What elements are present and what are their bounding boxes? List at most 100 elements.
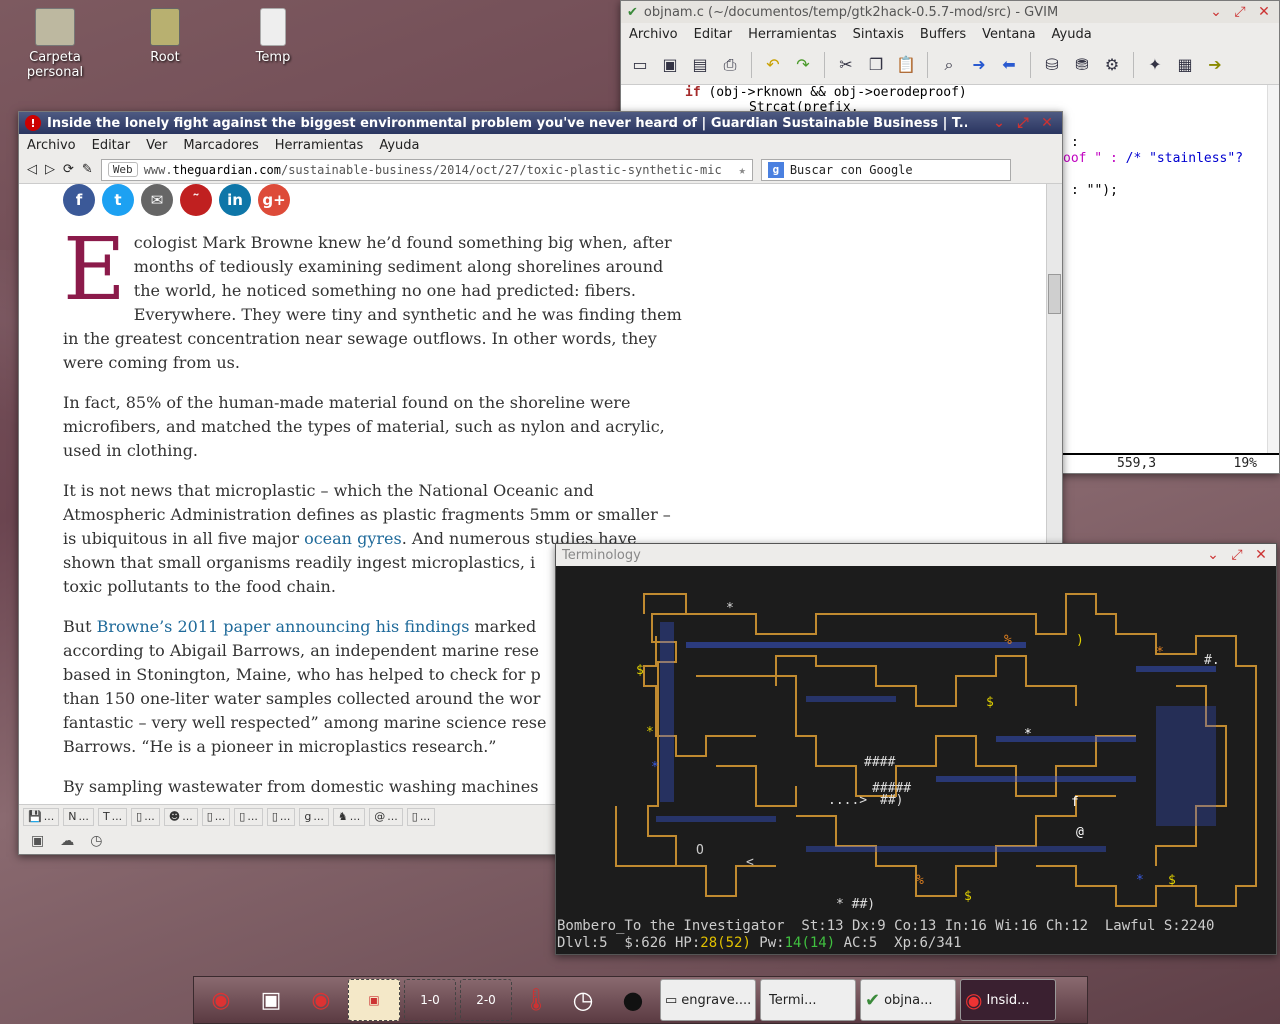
pager-desktop-2[interactable]: 1-0 (404, 979, 456, 1021)
browne-paper-link[interactable]: Browne’s 2011 paper announcing his findi… (97, 617, 470, 636)
find-next-icon[interactable]: ➜ (966, 52, 992, 78)
pager-desktop-3[interactable]: 2-0 (460, 979, 512, 1021)
hp-value: 28(52) (700, 935, 751, 951)
run-script-icon[interactable]: ⚙ (1099, 52, 1125, 78)
close-icon[interactable]: ✕ (1255, 3, 1273, 21)
address-bar[interactable]: Web www.theguardian.com/sustainable-busi… (100, 158, 753, 181)
task-engrave[interactable]: ▭ engrave.... (660, 979, 756, 1021)
tab-item[interactable]: ▯ ... (266, 807, 296, 826)
tab-item[interactable]: g ... (299, 807, 329, 826)
scroll-thumb[interactable] (1048, 274, 1061, 314)
copy-icon[interactable]: ❐ (863, 52, 889, 78)
minimize-icon[interactable]: ⌄ (1204, 546, 1222, 564)
tab-item[interactable]: ♞ ... (332, 807, 366, 826)
menu-sintaxis[interactable]: Sintaxis (845, 27, 912, 42)
redo-icon[interactable]: ↷ (790, 52, 816, 78)
menu-ventana[interactable]: Ventana (974, 27, 1043, 42)
facebook-icon[interactable]: f (63, 184, 95, 216)
gvim-scrollbar[interactable] (1267, 85, 1279, 455)
menu-ayuda[interactable]: Ayuda (1044, 27, 1100, 42)
panel-toggle-icon[interactable]: ▣ (31, 833, 44, 849)
find-prev-icon[interactable]: ⬅ (996, 52, 1022, 78)
minimize-icon[interactable]: ⌄ (990, 114, 1008, 132)
menu-marcadores[interactable]: Marcadores (175, 138, 266, 153)
googleplus-icon[interactable]: g+ (258, 184, 290, 216)
desktop-icon-root[interactable]: Root (120, 8, 210, 65)
record-icon[interactable]: ● (610, 979, 656, 1021)
cloud-icon[interactable]: ☁ (60, 833, 74, 849)
pinterest-icon[interactable]: ˜ (180, 184, 212, 216)
tab-item[interactable]: ▯ ... (406, 807, 436, 826)
task-gvim[interactable]: ✔ objna... (860, 979, 956, 1021)
build-tags-icon[interactable]: ▦ (1172, 52, 1198, 78)
tab-item[interactable]: T ... (97, 807, 128, 826)
linkedin-icon[interactable]: in (219, 184, 251, 216)
find-replace-icon[interactable]: ⌕ (936, 52, 962, 78)
tab-item[interactable]: ☻ ... (163, 807, 198, 826)
edit-icon[interactable]: ✎ (82, 162, 93, 177)
undo-icon[interactable]: ↶ (760, 52, 786, 78)
cut-icon[interactable]: ✂ (833, 52, 859, 78)
ocean-gyres-link[interactable]: ocean gyres (304, 529, 402, 548)
reload-icon[interactable]: ⟳ (63, 162, 74, 177)
task-browser[interactable]: ◉ Insid... (960, 979, 1056, 1021)
print-icon[interactable]: ⎙ (717, 52, 743, 78)
save-icon[interactable]: ▣ (657, 52, 683, 78)
open-icon[interactable]: ▭ (627, 52, 653, 78)
terminal-screen[interactable]: $ $ $ $ * * * * % % ) #### ##### ##) ...… (556, 566, 1276, 954)
make-icon[interactable]: ✦ (1142, 52, 1168, 78)
clock-icon[interactable]: ◷ (560, 979, 606, 1021)
menu-archivo[interactable]: Archivo (621, 27, 686, 42)
thermometer-icon[interactable]: 🌡 (516, 979, 556, 1021)
save-session-icon[interactable]: ⛃ (1069, 52, 1095, 78)
paste-icon[interactable]: 📋 (893, 52, 919, 78)
bookmark-star-icon[interactable]: ★ (739, 163, 746, 177)
menu-ayuda[interactable]: Ayuda (371, 138, 427, 153)
tab-item[interactable]: @ ... (369, 807, 403, 826)
opera-launcher-icon[interactable]: ◉ (198, 979, 244, 1021)
desktop-icon-temp[interactable]: Temp (228, 8, 318, 65)
email-icon[interactable]: ✉ (141, 184, 173, 216)
svg-text:%: % (916, 873, 924, 888)
back-icon[interactable]: ◁ (27, 162, 37, 177)
pager-desktop-1[interactable]: ▣ (348, 979, 400, 1021)
close-icon[interactable]: ✕ (1038, 114, 1056, 132)
terminal-title: Terminology (562, 547, 641, 563)
opera-launcher-icon[interactable]: ◉ (298, 979, 344, 1021)
menu-herramientas[interactable]: Herramientas (267, 138, 372, 153)
load-session-icon[interactable]: ⛁ (1039, 52, 1065, 78)
maximize-icon[interactable]: ⤢ (1228, 546, 1246, 564)
google-icon[interactable]: g (767, 161, 784, 178)
twitter-icon[interactable]: t (102, 184, 134, 216)
tab-item[interactable]: N ... (63, 807, 94, 826)
menu-ver[interactable]: Ver (138, 138, 175, 153)
maximize-icon[interactable]: ⤢ (1014, 114, 1032, 132)
browser-titlebar[interactable]: ! Inside the lonely fight against the bi… (19, 112, 1062, 134)
terminal-titlebar[interactable]: Terminology ⌄ ⤢ ✕ (556, 544, 1276, 566)
terminal-launcher-icon[interactable]: ▣ (248, 979, 294, 1021)
menu-herramientas[interactable]: Herramientas (740, 27, 845, 42)
menu-editar[interactable]: Editar (84, 138, 139, 153)
desktop-icon-home[interactable]: Carpeta personal (10, 8, 100, 80)
vim-icon: ✔ (627, 4, 638, 20)
close-icon[interactable]: ✕ (1252, 546, 1270, 564)
tab-item[interactable]: ▯ ... (131, 807, 160, 826)
menu-editar[interactable]: Editar (686, 27, 741, 42)
tab-item[interactable]: ▯ ... (234, 807, 263, 826)
tab-item[interactable]: ▯ ... (201, 807, 231, 826)
speed-dial-icon[interactable]: ◷ (90, 833, 102, 849)
web-badge[interactable]: Web (107, 162, 138, 177)
task-terminal[interactable]: Termi... (760, 979, 856, 1021)
menu-archivo[interactable]: Archivo (19, 138, 84, 153)
minimize-icon[interactable]: ⌄ (1207, 3, 1225, 21)
tab-label: ... (78, 810, 89, 823)
save-all-icon[interactable]: ▤ (687, 52, 713, 78)
menu-buffers[interactable]: Buffers (912, 27, 974, 42)
desktop-icon-label: Temp (255, 50, 291, 65)
maximize-icon[interactable]: ⤢ (1231, 3, 1249, 21)
tab-item[interactable]: 💾 ... (23, 807, 60, 826)
forward-icon[interactable]: ▷ (45, 162, 55, 177)
jump-tag-icon[interactable]: ➔ (1202, 52, 1228, 78)
gvim-titlebar[interactable]: ✔ objnam.c (~/documentos/temp/gtk2hack-0… (621, 1, 1279, 23)
search-box[interactable]: g Buscar con Google (760, 158, 1011, 181)
